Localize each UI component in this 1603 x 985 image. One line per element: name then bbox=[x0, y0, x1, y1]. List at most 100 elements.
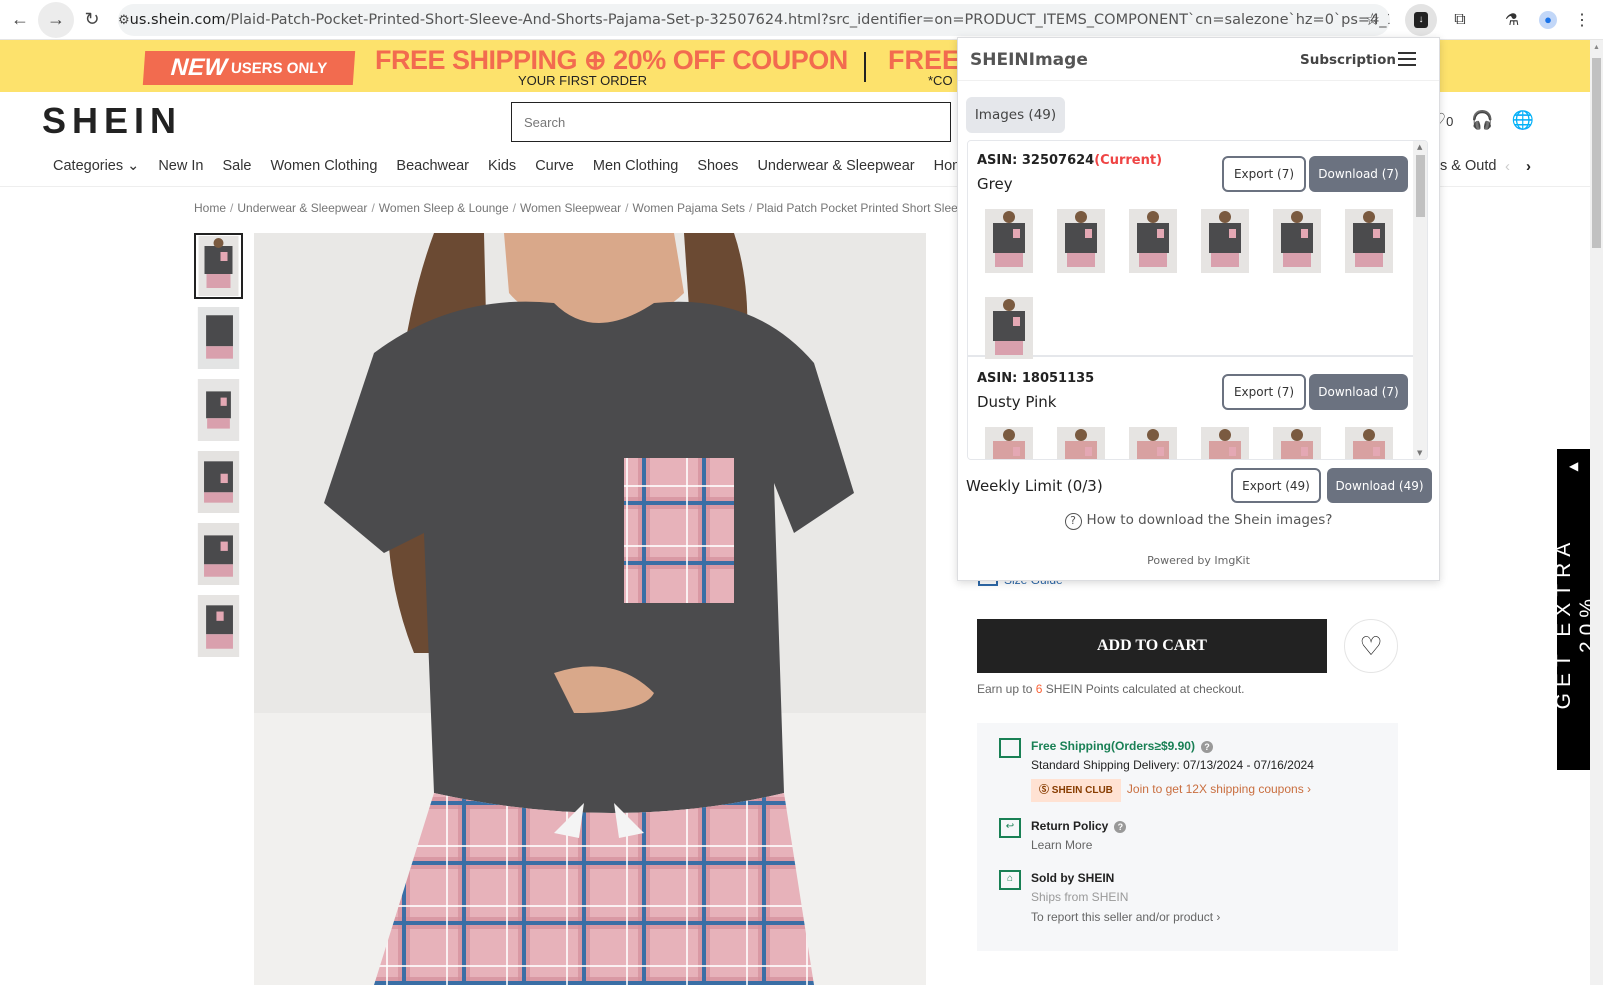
crumb-sleep-lounge[interactable]: Women Sleep & Lounge bbox=[379, 201, 509, 215]
variant-image[interactable] bbox=[1273, 427, 1321, 459]
thumbnail[interactable] bbox=[194, 449, 243, 515]
variant-image[interactable] bbox=[1057, 209, 1105, 273]
seller-row: ⌂ Sold by SHEIN Ships from SHEIN To repo… bbox=[999, 869, 1220, 927]
variant-image[interactable] bbox=[1129, 427, 1177, 459]
truck-icon bbox=[999, 738, 1021, 758]
variant-image[interactable] bbox=[1201, 209, 1249, 273]
nav-sale[interactable]: Sale bbox=[222, 158, 251, 174]
help-icon[interactable]: ? bbox=[1200, 741, 1213, 753]
thumbnail[interactable] bbox=[194, 233, 243, 299]
crumb-sleepwear[interactable]: Women Sleepwear bbox=[520, 201, 621, 215]
profile-avatar-icon[interactable]: ● bbox=[1532, 4, 1564, 36]
variant-asin: ASIN: 32507624(Current) bbox=[977, 153, 1163, 168]
learn-more-link[interactable]: Learn More bbox=[1031, 836, 1126, 855]
variant-image[interactable] bbox=[1129, 209, 1177, 273]
return-icon: ↩ bbox=[999, 818, 1021, 838]
return-policy-row: ↩ Return Policy? Learn More bbox=[999, 817, 1127, 855]
export-button[interactable]: Export (7) bbox=[1222, 374, 1306, 410]
heart-icon: ♡ bbox=[1359, 630, 1383, 661]
download-all-button[interactable]: Download (49) bbox=[1327, 468, 1432, 503]
variant-color: Grey bbox=[977, 175, 1013, 193]
crumb-pajama-sets[interactable]: Women Pajama Sets bbox=[633, 201, 746, 215]
forward-button[interactable]: → bbox=[38, 1, 74, 38]
crumb-product: Plaid Patch Pocket Printed Short Slee bbox=[756, 201, 958, 215]
nav-new-in[interactable]: New In bbox=[158, 158, 203, 174]
variant-image[interactable] bbox=[1201, 427, 1249, 459]
nav-next-icon[interactable]: › bbox=[1526, 158, 1531, 175]
header-icons: ♡0 🎧 🌐 bbox=[1430, 110, 1534, 131]
extensions-puzzle-icon[interactable]: ⧉ bbox=[1444, 4, 1476, 36]
promo-divider bbox=[864, 52, 866, 82]
thumbnail[interactable] bbox=[194, 305, 243, 371]
page-scrollbar[interactable]: ▲ bbox=[1590, 40, 1603, 985]
nav-sports-outdoor[interactable]: s & Outd bbox=[1440, 158, 1496, 174]
list-scrollbar[interactable]: ▲ ▼ bbox=[1413, 141, 1427, 459]
variant-image[interactable] bbox=[1345, 427, 1393, 459]
hamburger-menu-icon[interactable] bbox=[1398, 52, 1416, 66]
nav-kids[interactable]: Kids bbox=[488, 158, 516, 174]
language-globe-icon[interactable]: 🌐 bbox=[1512, 110, 1534, 131]
current-badge: (Current) bbox=[1094, 153, 1163, 168]
variant-image[interactable] bbox=[985, 427, 1033, 459]
nav-categories[interactable]: Categories ⌄ bbox=[53, 158, 139, 174]
collapse-arrow-icon[interactable]: ◀ bbox=[1569, 459, 1578, 473]
thumbnail[interactable] bbox=[194, 377, 243, 443]
add-to-cart-button[interactable]: ADD TO CART bbox=[977, 619, 1327, 673]
url-host: us.shein.com bbox=[129, 12, 226, 28]
shein-club-badge: Ⓢ SHEIN CLUB bbox=[1031, 779, 1121, 802]
main-product-image[interactable] bbox=[254, 233, 926, 985]
address-bar[interactable]: ⚙ us.shein.com/Plaid-Patch-Pocket-Printe… bbox=[118, 4, 1390, 36]
nav-beachwear[interactable]: Beachwear bbox=[396, 158, 469, 174]
reload-button[interactable]: ↻ bbox=[74, 2, 110, 38]
nav-underwear-sleepwear[interactable]: Underwear & Sleepwear bbox=[757, 158, 914, 174]
export-all-button[interactable]: Export (49) bbox=[1231, 468, 1321, 503]
users-only-label: USERS ONLY bbox=[230, 59, 328, 77]
shein-logo[interactable]: SHEIN bbox=[42, 100, 182, 142]
promo-subline-2: *CO bbox=[928, 73, 953, 88]
nav-curve[interactable]: Curve bbox=[535, 158, 574, 174]
variant-card: ASIN: 32507624(Current) Grey Export (7) … bbox=[968, 141, 1413, 361]
crumb-underwear[interactable]: Underwear & Sleepwear bbox=[237, 201, 367, 215]
variant-card: ASIN: 18051135 Dusty Pink Export (7) Dow… bbox=[968, 359, 1413, 459]
how-to-link[interactable]: ? How to download the Shein images? bbox=[958, 512, 1439, 530]
subscription-link[interactable]: Subscription bbox=[1300, 52, 1396, 68]
browser-menu-icon[interactable]: ⋮ bbox=[1566, 4, 1598, 36]
export-button[interactable]: Export (7) bbox=[1222, 156, 1306, 192]
nav-men-clothing[interactable]: Men Clothing bbox=[593, 158, 678, 174]
help-icon[interactable]: ? bbox=[1114, 821, 1127, 833]
promo-headline: FREE SHIPPING ⊕ 20% OFF COUPON bbox=[375, 45, 848, 75]
variant-image[interactable] bbox=[1345, 209, 1393, 273]
promo-subline: YOUR FIRST ORDER bbox=[518, 73, 648, 88]
question-circle-icon: ? bbox=[1064, 513, 1082, 530]
tab-images[interactable]: Images (49) bbox=[966, 97, 1065, 133]
variant-image[interactable] bbox=[1057, 427, 1105, 459]
extension-download-icon[interactable]: ↓ bbox=[1405, 4, 1437, 36]
nav-women-clothing[interactable]: Women Clothing bbox=[270, 158, 377, 174]
labs-flask-icon[interactable]: ⚗ bbox=[1496, 4, 1528, 36]
delivery-dates: Standard Shipping Delivery: 07/13/2024 -… bbox=[1031, 758, 1314, 772]
store-icon: ⌂ bbox=[999, 870, 1021, 890]
url-path: /Plaid-Patch-Pocket-Printed-Short-Sleeve… bbox=[225, 12, 1390, 28]
club-join-link[interactable]: Join to get 12X shipping coupons › bbox=[1127, 782, 1311, 796]
back-button[interactable]: ← bbox=[2, 2, 38, 38]
variant-image[interactable] bbox=[985, 209, 1033, 273]
download-button[interactable]: Download (7) bbox=[1309, 374, 1408, 410]
variant-image[interactable] bbox=[985, 297, 1033, 361]
report-seller-link[interactable]: To report this seller and/or product › bbox=[1031, 908, 1220, 927]
thumbnail[interactable] bbox=[194, 521, 243, 587]
variant-asin: ASIN: 18051135 bbox=[977, 371, 1095, 386]
search-input[interactable]: Search bbox=[511, 102, 951, 142]
support-headset-icon[interactable]: 🎧 bbox=[1471, 110, 1493, 131]
shipping-row: Free Shipping(Orders≥$9.90)? Standard Sh… bbox=[999, 737, 1314, 802]
wishlist-heart-button[interactable]: ♡ bbox=[1344, 619, 1398, 673]
download-button[interactable]: Download (7) bbox=[1309, 156, 1408, 192]
nav-prev-icon[interactable]: ‹ bbox=[1505, 158, 1510, 175]
nav-shoes[interactable]: Shoes bbox=[697, 158, 738, 174]
side-promo-tab[interactable]: ◀ GET EXTRA 20% bbox=[1552, 449, 1599, 770]
bookmark-star-icon[interactable]: ☆ bbox=[1365, 10, 1380, 30]
crumb-home[interactable]: Home bbox=[194, 201, 226, 215]
site-info-icon[interactable]: ⚙ bbox=[118, 13, 130, 28]
browser-toolbar: ← → ↻ ⚙ us.shein.com/Plaid-Patch-Pocket-… bbox=[0, 0, 1603, 40]
variant-image[interactable] bbox=[1273, 209, 1321, 273]
thumbnail[interactable] bbox=[194, 593, 243, 659]
